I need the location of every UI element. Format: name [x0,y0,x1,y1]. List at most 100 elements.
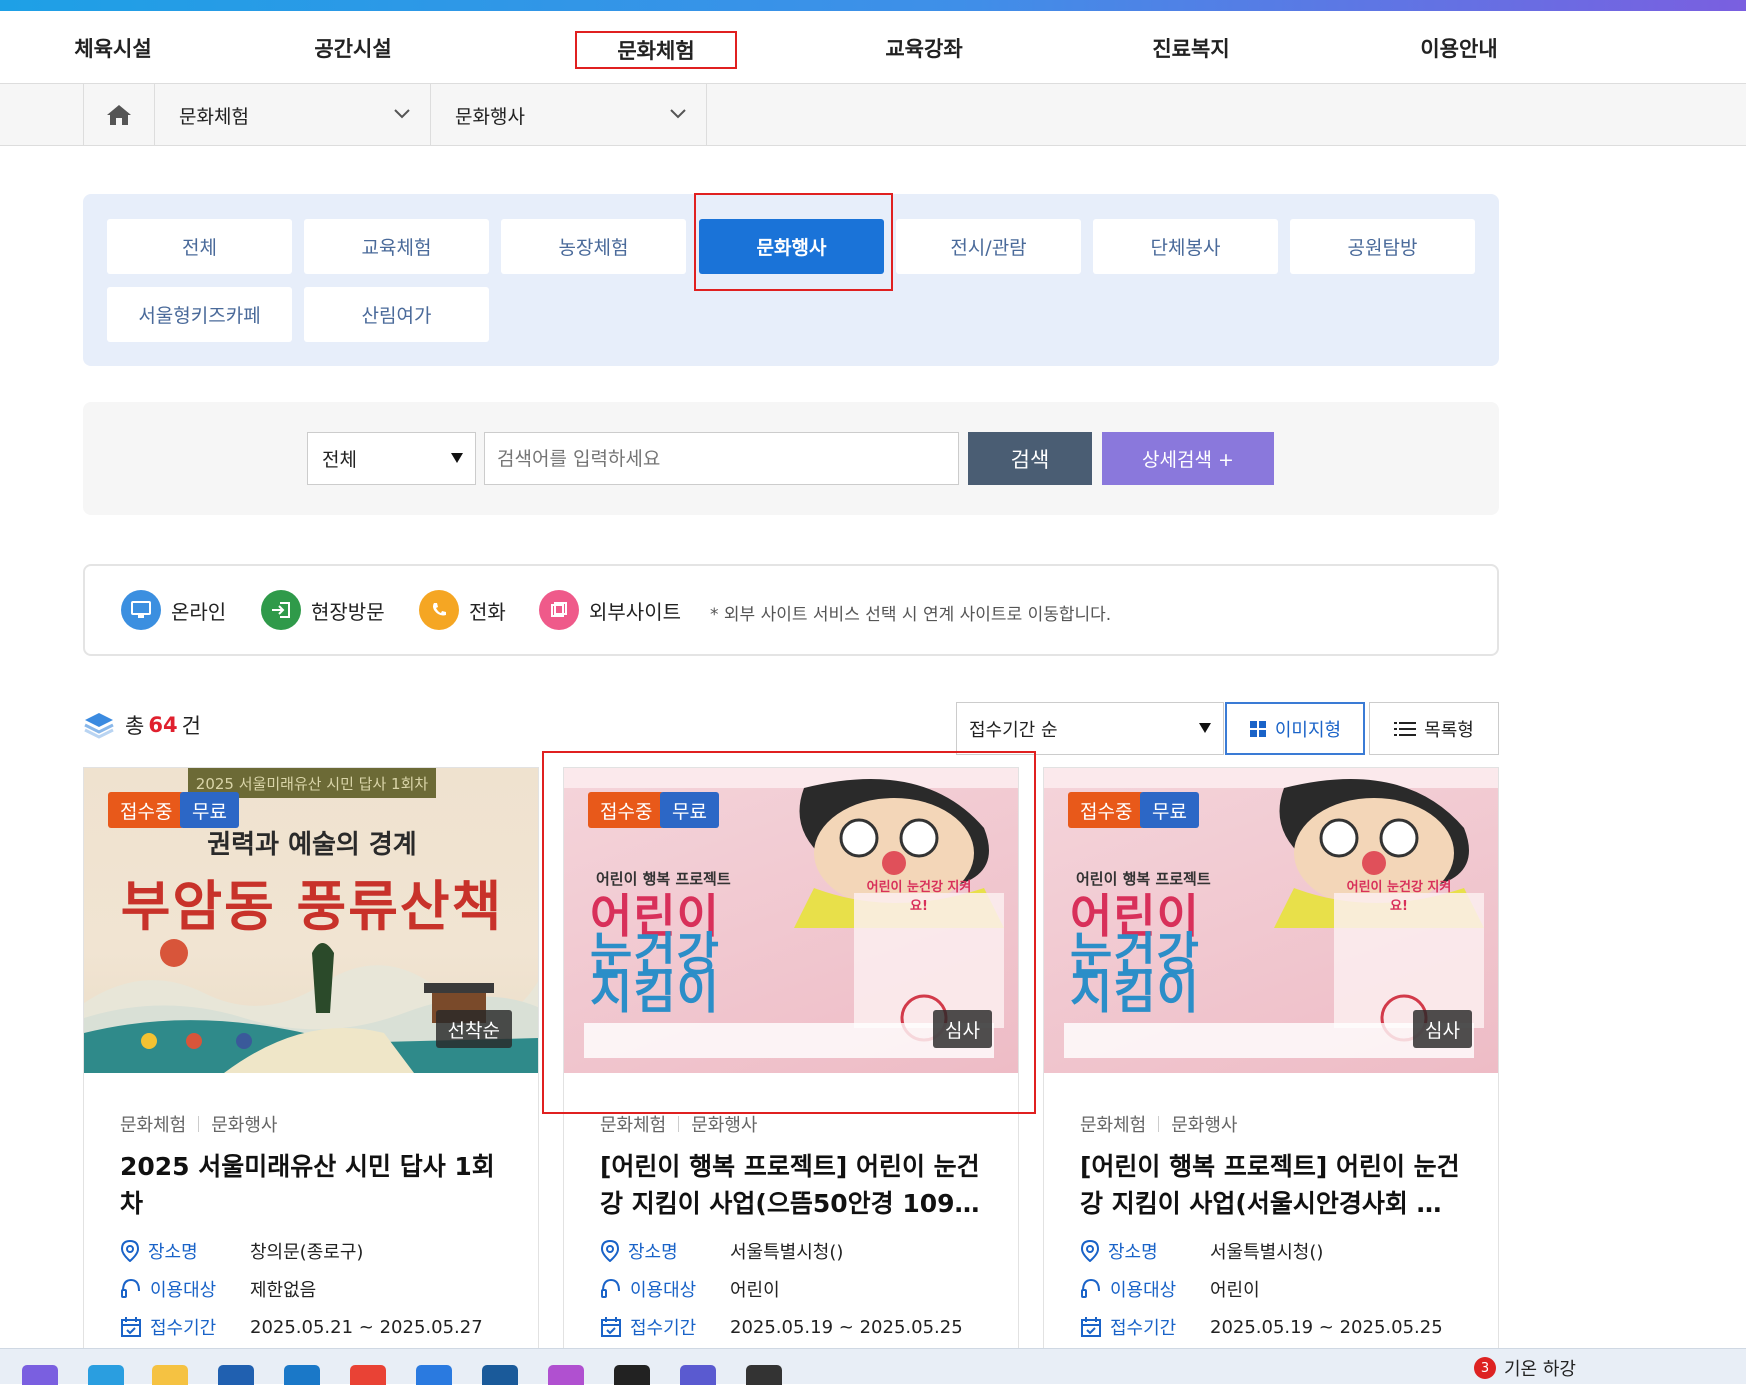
total-suffix: 건 [181,714,201,738]
category-park[interactable]: 공원탐방 [1290,219,1475,274]
location-pin-icon [600,1240,620,1262]
card-target-row: 이용대상 어린이 [1080,1276,1260,1302]
search-scope-value: 전체 [322,449,357,471]
card-category: 문화체험 문화행사 [120,1111,278,1137]
search-button[interactable]: 검색 [968,432,1092,485]
card-category: 문화체험 문화행사 [600,1111,758,1137]
card-place-row: 장소명 창의문(종로구) [120,1238,363,1264]
highlight-box-category [694,193,893,291]
gnb-sports[interactable]: 체육시설 [74,31,152,69]
edge-icon[interactable] [88,1365,124,1385]
breadcrumb: 문화체험 문화행사 [0,84,1746,146]
search-input[interactable] [484,432,959,485]
period-value: 2025.05.19 ~ 2025.05.25 [730,1316,963,1338]
calendar-icon [121,1317,141,1337]
card-title[interactable]: 2025 서울미래유산 시민 답사 1회차 [120,1148,510,1222]
card-place-row: 장소명 서울특별시청() [1080,1238,1323,1264]
program-card[interactable]: 어린이 행복 프로젝트 어린이 눈건강 지킴이 어린이 눈건강 지켜요! 접수중… [1043,767,1499,1367]
app-icon[interactable] [614,1365,650,1385]
place-value: 창의문(종로구) [250,1242,364,1263]
card-target-row: 이용대상 어린이 [600,1276,780,1302]
card-period-row: 접수기간 2025.05.19 ~ 2025.05.25 [1080,1314,1443,1340]
weather-widget[interactable]: 3 기온 하강 [1474,1355,1576,1381]
category-volunteer[interactable]: 단체봉사 [1093,219,1278,274]
total-count: 총 64 건 [83,710,201,740]
folder-icon[interactable] [152,1365,188,1385]
place-label: 장소명 [628,1242,678,1263]
target-label: 이용대상 [150,1280,217,1301]
view-image-button[interactable]: 이미지형 [1225,702,1365,755]
card-title[interactable]: [어린이 행복 프로젝트] 어린이 눈건강 지킴이 사업(서울시안경사회 … [1080,1148,1470,1222]
legend-external-label: 외부사이트 [589,599,681,624]
view-list-label: 목록형 [1424,719,1474,741]
legend-external: 외부사이트 [539,590,681,630]
target-label: 이용대상 [630,1280,697,1301]
view-list-button[interactable]: 목록형 [1369,702,1499,755]
gnb-education[interactable]: 교육강좌 [884,31,964,69]
breadcrumb-level1-select[interactable]: 문화체험 [155,84,431,146]
period-label: 접수기간 [150,1318,217,1339]
chevron-down-icon [394,109,410,119]
category-farm[interactable]: 농장체험 [501,219,686,274]
breadcrumb-level2-select[interactable]: 문화행사 [431,84,707,146]
fee-badge: 무료 [180,792,239,828]
notification-badge: 3 [1474,1357,1496,1379]
period-label: 접수기간 [630,1318,697,1339]
card-title[interactable]: [어린이 행복 프로젝트] 어린이 눈건강 지킴이 사업(으뜸50안경 109… [600,1148,990,1222]
period-label: 접수기간 [1110,1318,1177,1339]
period-value: 2025.05.19 ~ 2025.05.25 [1210,1316,1443,1338]
gnb-guide[interactable]: 이용안내 [1418,31,1500,69]
terminal-icon[interactable] [746,1365,782,1385]
grid-icon [1249,720,1266,737]
app-icon[interactable] [548,1365,584,1385]
gnb-welfare[interactable]: 진료복지 [1150,31,1232,69]
app-icon[interactable] [482,1365,518,1385]
card-category1: 문화체험 [1080,1115,1147,1136]
chrome-icon[interactable] [350,1365,386,1385]
poster-illustration [84,939,538,1073]
outlook-icon[interactable] [284,1365,320,1385]
place-value: 서울특별시청() [1210,1242,1324,1263]
status-badge: 접수중 [1068,792,1145,828]
category-forest[interactable]: 산림여가 [304,287,489,342]
headset-icon [121,1278,140,1298]
location-pin-icon [120,1240,140,1262]
teams-icon[interactable] [680,1365,716,1385]
home-button[interactable] [83,84,155,146]
store-icon[interactable] [218,1365,254,1385]
legend-note: * 외부 사이트 서비스 선택 시 연계 사이트로 이동합니다. [710,605,1112,625]
poster-line3: 지킴이 [1070,965,1200,1019]
caret-down-icon [451,453,463,463]
place-value: 서울특별시청() [730,1242,844,1263]
door-enter-icon [261,590,301,630]
search-scope-select[interactable]: 전체 [307,432,476,485]
headset-icon [1081,1278,1100,1298]
poster-bubble: 어린이 눈건강 지켜요! [1346,880,1452,914]
app-icon[interactable] [416,1365,452,1385]
program-card[interactable]: 2025 서울미래유산 시민 답사 1회차 권력과 예술의 경계 부암동 풍류산… [83,767,539,1367]
gnb-space[interactable]: 공간시설 [314,31,392,69]
calendar-icon [601,1317,621,1337]
copilot-icon[interactable] [22,1365,58,1385]
home-icon [107,105,131,125]
external-window-icon [539,590,579,630]
category-edu[interactable]: 교육체험 [304,219,489,274]
sort-select[interactable]: 접수기간 순 [956,702,1224,755]
category-kidscafe[interactable]: 서울형키즈카페 [107,287,292,342]
headset-icon [601,1278,620,1298]
sort-value: 접수기간 순 [969,719,1058,741]
list-icon [1394,721,1417,736]
phone-icon [419,590,459,630]
card-place-row: 장소명 서울특별시청() [600,1238,843,1264]
target-value: 어린이 [1210,1280,1260,1301]
caret-down-icon [1199,723,1211,733]
gnb-culture[interactable]: 문화체험 [575,31,737,69]
place-label: 장소명 [1108,1242,1158,1263]
selection-type-badge: 선착순 [435,1010,512,1048]
detail-search-button[interactable]: 상세검색 + [1102,432,1274,485]
category-exhibit[interactable]: 전시/관람 [896,219,1081,274]
card-period-row: 접수기간 2025.05.19 ~ 2025.05.25 [600,1314,963,1340]
category-all[interactable]: 전체 [107,219,292,274]
target-value: 어린이 [730,1280,780,1301]
card-category1: 문화체험 [600,1115,667,1136]
